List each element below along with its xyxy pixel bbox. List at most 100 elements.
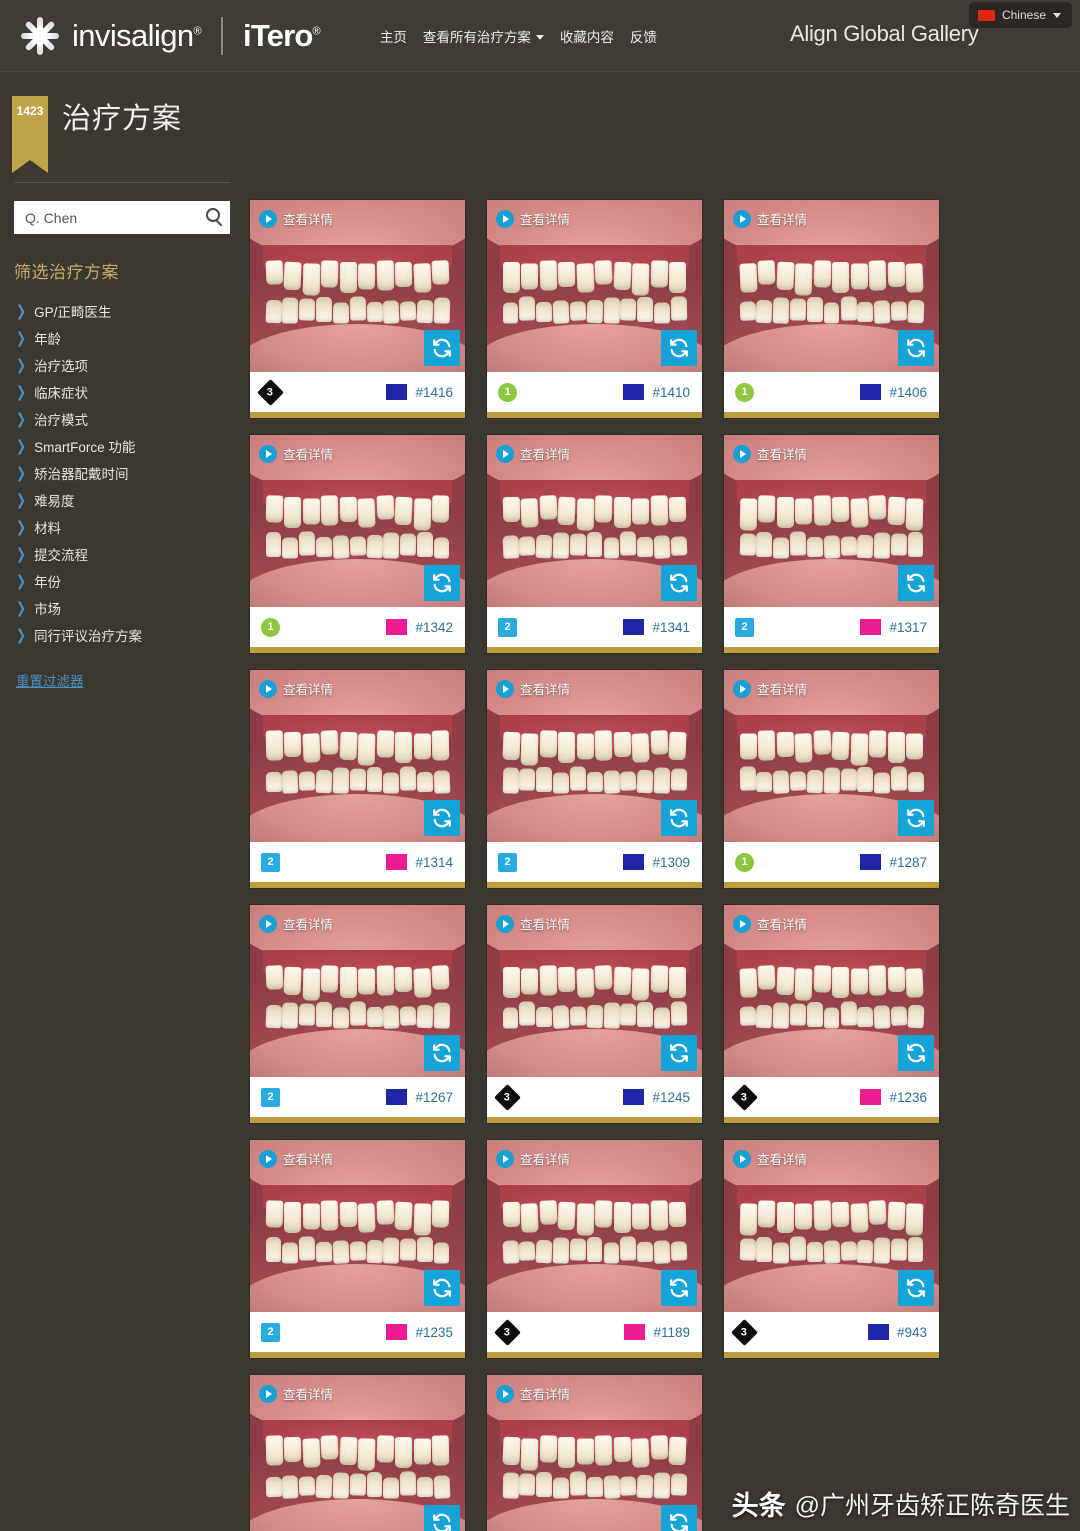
nav-item-feedback[interactable]: 反馈 (630, 26, 657, 46)
view-details-link[interactable]: 查看详情 (259, 209, 333, 228)
view-details-link[interactable]: 查看详情 (496, 209, 570, 228)
view-details-link[interactable]: 查看详情 (733, 444, 807, 463)
case-number: #1410 (652, 384, 690, 400)
treatment-card[interactable]: 查看详情 3 #943 (724, 1140, 939, 1358)
case-number: #1287 (889, 854, 927, 870)
language-selector[interactable]: Chinese (968, 2, 1072, 28)
treatment-card[interactable]: 查看详情 2 #1235 (250, 1140, 465, 1358)
treatment-card[interactable]: 查看详情 2 #1317 (724, 435, 939, 653)
refresh-swap-icon[interactable] (424, 1035, 460, 1071)
tooth (795, 1203, 813, 1230)
treatment-card[interactable]: 查看详情3#936 (250, 1375, 465, 1531)
refresh-swap-icon[interactable] (424, 1505, 460, 1531)
search-box[interactable] (14, 201, 230, 234)
tooth (850, 733, 869, 766)
treatment-card[interactable]: 查看详情 2 #1341 (487, 435, 702, 653)
filter-item-market[interactable]: ❯ 市场 (12, 594, 232, 621)
tooth (794, 968, 813, 1001)
search-icon[interactable] (206, 208, 220, 222)
case-photo: 查看详情 (487, 200, 702, 372)
view-details-link[interactable]: 查看详情 (496, 444, 570, 463)
filter-item-smartforce[interactable]: ❯ SmartForce 功能 (12, 432, 232, 459)
filter-item-year[interactable]: ❯ 年份 (12, 567, 232, 594)
case-reference: #1341 (623, 619, 690, 635)
filter-item-clinical-conditions[interactable]: ❯ 临床症状 (12, 378, 232, 405)
refresh-swap-icon[interactable] (424, 1270, 460, 1306)
tooth (302, 1203, 320, 1230)
tooth (794, 263, 813, 296)
refresh-swap-icon[interactable] (661, 1270, 697, 1306)
tooth (776, 966, 795, 996)
refresh-swap-icon[interactable] (661, 1505, 697, 1531)
filter-item-submission-process[interactable]: ❯ 提交流程 (12, 540, 232, 567)
tooth (613, 496, 631, 529)
chevron-right-icon: ❯ (16, 544, 27, 563)
treatment-card[interactable]: 查看详情 2 #1314 (250, 670, 465, 888)
treatment-card[interactable]: 查看详情 3 #1236 (724, 905, 939, 1123)
view-details-link[interactable]: 查看详情 (259, 679, 333, 698)
filter-item-wear-time[interactable]: ❯ 矫治器配戴时间 (12, 459, 232, 486)
treatment-card[interactable]: 查看详情 2 #1267 (250, 905, 465, 1123)
card-footer: 2 #1317 (724, 607, 939, 647)
refresh-swap-icon[interactable] (661, 565, 697, 601)
refresh-swap-icon[interactable] (424, 800, 460, 836)
view-details-link[interactable]: 查看详情 (496, 679, 570, 698)
view-details-link[interactable]: 查看详情 (733, 679, 807, 698)
treatment-card[interactable]: 查看详情 3 #1416 (250, 200, 465, 418)
view-details-link[interactable]: 查看详情 (259, 914, 333, 933)
treatment-card[interactable]: 查看详情 3 #1245 (487, 905, 702, 1123)
refresh-swap-icon[interactable] (661, 800, 697, 836)
view-details-link[interactable]: 查看详情 (733, 914, 807, 933)
treatment-card[interactable]: 查看详情 2 #1309 (487, 670, 702, 888)
refresh-swap-icon[interactable] (898, 800, 934, 836)
view-details-link[interactable]: 查看详情 (733, 1149, 807, 1168)
nav-item-all-treatments[interactable]: 查看所有治疗方案 (423, 26, 544, 46)
difficulty-level: 2 (504, 856, 511, 868)
tooth (265, 1200, 284, 1228)
filter-item-difficulty[interactable]: ❯ 难易度 (12, 486, 232, 513)
tooth (613, 1201, 631, 1234)
tooth (502, 1239, 519, 1264)
registered-mark-itero: ® (312, 25, 321, 38)
filter-item-gp-ortho[interactable]: ❯ GP/正畸医生 (12, 297, 232, 324)
refresh-swap-icon[interactable] (424, 330, 460, 366)
view-details-link[interactable]: 查看详情 (496, 914, 570, 933)
refresh-swap-icon[interactable] (661, 1035, 697, 1071)
tooth (789, 771, 807, 791)
view-details-link[interactable]: 查看详情 (259, 444, 333, 463)
view-details-link[interactable]: 查看详情 (259, 1149, 333, 1168)
treatment-card[interactable]: 查看详情 1 #1410 (487, 200, 702, 418)
view-details-link[interactable]: 查看详情 (259, 1384, 333, 1403)
refresh-swap-icon[interactable] (898, 1270, 934, 1306)
filter-item-peer-reviewed[interactable]: ❯ 同行评议治疗方案 (12, 621, 232, 648)
nav-item-favorites[interactable]: 收藏内容 (560, 26, 614, 46)
reset-filters-link[interactable]: 重置过滤器 (16, 670, 84, 690)
treatment-card[interactable]: 查看详情2#693 (487, 1375, 702, 1531)
refresh-swap-icon[interactable] (898, 565, 934, 601)
folder-icon (623, 384, 645, 400)
refresh-swap-icon[interactable] (424, 565, 460, 601)
case-reference: #1410 (623, 384, 690, 400)
view-details-link[interactable]: 查看详情 (496, 1149, 570, 1168)
tooth (603, 1474, 620, 1499)
refresh-swap-icon[interactable] (898, 330, 934, 366)
card-footer: 1 #1410 (487, 372, 702, 412)
filter-item-material[interactable]: ❯ 材料 (12, 513, 232, 540)
card-footer: 2 #1341 (487, 607, 702, 647)
filter-item-age[interactable]: ❯ 年龄 (12, 324, 232, 351)
filter-item-treatment-mode[interactable]: ❯ 治疗模式 (12, 405, 232, 432)
view-details-link[interactable]: 查看详情 (496, 1384, 570, 1403)
treatment-card[interactable]: 查看详情 1 #1287 (724, 670, 939, 888)
refresh-swap-icon[interactable] (898, 1035, 934, 1071)
tooth (553, 772, 569, 794)
search-input[interactable] (14, 209, 230, 226)
filter-item-treatment-options[interactable]: ❯ 治疗选项 (12, 351, 232, 378)
tooth (670, 296, 687, 321)
refresh-swap-icon[interactable] (661, 330, 697, 366)
treatment-card[interactable]: 查看详情 1 #1406 (724, 200, 939, 418)
treatment-card[interactable]: 查看详情 1 #1342 (250, 435, 465, 653)
brand-logo[interactable]: invisalign® iTero® (18, 14, 321, 58)
treatment-card[interactable]: 查看详情 3 #1189 (487, 1140, 702, 1358)
view-details-link[interactable]: 查看详情 (733, 209, 807, 228)
nav-item-home[interactable]: 主页 (380, 26, 407, 46)
